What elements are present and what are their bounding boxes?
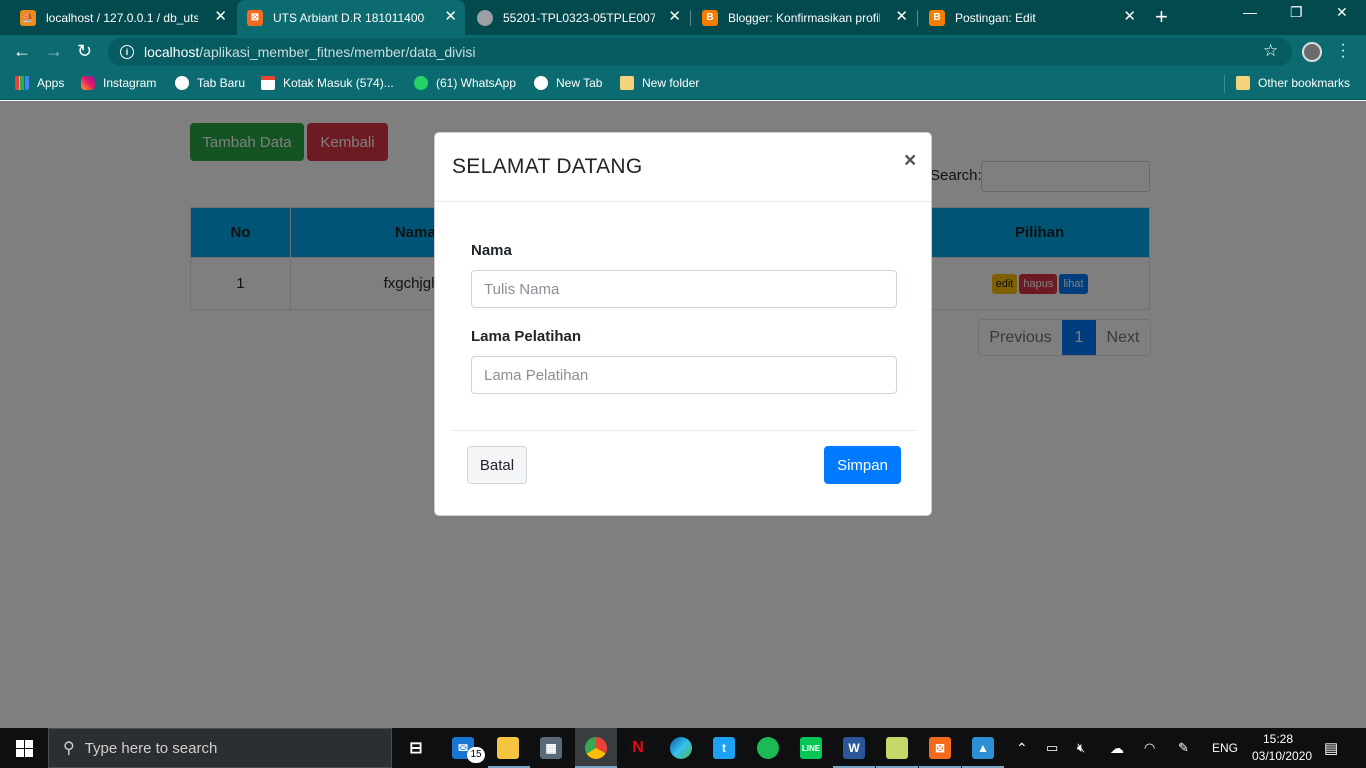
twitter-icon[interactable]: t [713,737,735,759]
task-view-icon[interactable]: ⊟ [405,737,427,759]
search-icon: ⚲ [63,740,75,757]
phpmyadmin-icon: ⛵ [20,9,36,26]
system-clock[interactable]: 15:28 03/10/2020 [1252,731,1313,765]
close-tab-icon[interactable]: ✕ [1123,9,1136,25]
apps-grid-icon [15,76,29,90]
bookmark-gmail[interactable]: Kotak Masuk (574)... [261,76,394,90]
onedrive-icon[interactable]: ☁ [1110,728,1124,768]
welcome-modal: SELAMAT DATANG × Nama Lama Pelatihan Bat… [434,132,932,516]
nama-input[interactable] [471,270,897,308]
modal-header-divider [435,201,931,202]
nama-label: Nama [471,242,512,259]
globe-icon [477,9,493,26]
edge-icon[interactable] [670,737,692,759]
other-bookmarks[interactable]: Other bookmarks [1236,76,1350,90]
gmail-icon [261,76,275,90]
site-info-icon[interactable]: i [120,45,134,59]
tab-divider [917,10,918,26]
line-icon[interactable]: LINE [800,737,822,759]
url-path: /aplikasi_member_fitnes/member/data_divi… [199,44,476,60]
blogger-icon: B [702,9,718,26]
xampp-icon: ⊠ [247,9,263,26]
file-explorer-icon[interactable] [497,737,519,759]
modal-footer-divider [451,430,917,431]
battery-icon[interactable]: ▭ [1046,728,1058,768]
browser-tab-strip: ⛵ localhost / 127.0.0.1 / db_uts / ✕ ⊠ U… [0,0,1366,35]
word-icon[interactable]: W [843,737,865,759]
netflix-icon[interactable]: N [627,737,649,759]
close-icon[interactable]: × [904,149,916,173]
close-tab-icon[interactable]: ✕ [444,9,457,25]
browser-toolbar: ← → ↻ i localhost/aplikasi_member_fitnes… [0,35,1366,69]
bookmark-divider [1224,75,1225,93]
photos-icon[interactable]: ▲ [972,737,994,759]
minimize-window-button[interactable]: — [1243,4,1257,20]
blogger-icon: B [929,9,945,26]
back-arrow-icon[interactable]: ← [13,41,31,61]
whatsapp-icon [414,76,428,90]
close-tab-icon[interactable]: ✕ [214,9,227,25]
spotify-icon[interactable] [757,737,779,759]
tab-divider [690,10,691,26]
browser-menu-icon[interactable]: · · · [1340,37,1346,65]
browser-tab-tpl[interactable]: 55201-TPL0323-05TPLE007-20 ✕ [467,0,689,35]
bookmark-new-folder[interactable]: New folder [620,76,699,90]
globe-icon [534,76,548,90]
bookmark-star-icon[interactable]: ☆ [1263,41,1278,61]
calculator-icon[interactable]: ▦ [540,737,562,759]
forward-arrow-icon[interactable]: → [45,41,63,61]
bookmark-tab-baru[interactable]: Tab Baru [175,76,245,90]
pen-icon[interactable]: ✎ [1178,728,1189,768]
browser-tab-blogger-edit[interactable]: B Postingan: Edit ✕ [919,0,1144,35]
browser-tab-phpmyadmin[interactable]: ⛵ localhost / 127.0.0.1 / db_uts / ✕ [10,0,235,35]
notification-center-icon[interactable]: ▤ [1324,728,1338,768]
clock-date: 03/10/2020 [1252,749,1313,763]
bookmark-instagram[interactable]: Instagram [81,76,156,90]
windows-start-icon[interactable] [16,740,33,757]
browser-tab-uts-arbiant[interactable]: ⊠ UTS Arbiant D.R 181011400666 ✕ [237,0,465,35]
xampp-icon[interactable]: ⊠ [929,737,951,759]
url-host: localhost [144,44,200,60]
language-indicator[interactable]: ENG [1212,728,1238,768]
chrome-icon[interactable] [585,737,607,759]
restore-window-button[interactable]: ❐ [1290,4,1303,21]
address-bar[interactable]: i localhost/aplikasi_member_fitnes/membe… [108,38,1292,66]
simpan-button[interactable]: Simpan [824,446,901,484]
taskbar-search-box[interactable]: ⚲ Type here to search [48,728,392,768]
notepad-plus-icon[interactable] [886,737,908,759]
batal-button[interactable]: Batal [467,446,527,484]
browser-tab-blogger-profile[interactable]: B Blogger: Konfirmasikan profil A ✕ [692,0,916,35]
lama-pelatihan-input[interactable] [471,356,897,394]
modal-title: SELAMAT DATANG [452,155,643,178]
folder-icon [620,76,634,90]
reload-icon[interactable]: ↻ [77,41,92,61]
wifi-icon[interactable]: ◠ [1144,728,1155,768]
close-window-button[interactable]: ✕ [1336,4,1348,21]
bookmarks-bar: Apps Instagram Tab Baru Kotak Masuk (574… [0,69,1366,100]
volume-muted-icon[interactable]: 🔇︎ [1077,728,1085,768]
globe-icon [175,76,189,90]
close-tab-icon[interactable]: ✕ [895,9,908,25]
clock-time: 15:28 [1262,732,1294,746]
new-tab-button[interactable]: + [1155,6,1168,28]
windows-taskbar: ⚲ Type here to search ⊟ ✉ 15 ▦ N t LINE … [0,728,1366,768]
bookmark-apps[interactable]: Apps [15,76,64,90]
folder-icon [1236,76,1250,90]
bookmark-whatsapp[interactable]: (61) WhatsApp [414,76,516,90]
mail-badge: 15 [467,747,485,763]
profile-avatar[interactable] [1302,42,1322,62]
bookmark-new-tab[interactable]: New Tab [534,76,602,90]
show-hidden-icons-icon[interactable]: ⌃ [1016,728,1028,768]
instagram-icon [81,76,95,90]
lama-pelatihan-label: Lama Pelatihan [471,328,582,345]
close-tab-icon[interactable]: ✕ [668,9,681,25]
